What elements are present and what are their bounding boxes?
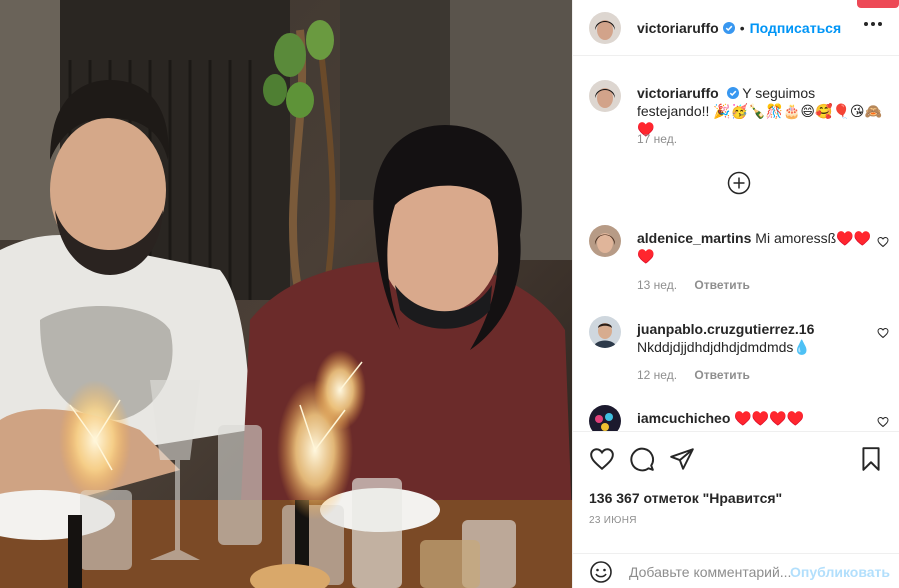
- verified-badge-icon: [722, 21, 735, 34]
- share-icon[interactable]: [669, 446, 695, 472]
- load-more-comments-icon[interactable]: [727, 171, 751, 195]
- avatar-image: [589, 405, 621, 431]
- avatar[interactable]: [589, 11, 621, 44]
- comment-text-block: iamcuchicheo ♥️♥️♥️♥️: [637, 409, 883, 427]
- comment-text: Nkddjdjjdhdjdhdjdmdmds💧: [637, 339, 811, 355]
- comment-composer: Опубликовать: [573, 553, 899, 588]
- comment-input[interactable]: [629, 564, 799, 580]
- more-options-icon[interactable]: [864, 22, 882, 28]
- follow-button[interactable]: Подписаться: [750, 20, 842, 36]
- comments-list[interactable]: victoriaruffo Y seguimos festejando!! 🎉🥳…: [573, 57, 899, 431]
- avatar[interactable]: [589, 405, 621, 431]
- likes-count[interactable]: 136 367 отметок "Нравится": [589, 490, 782, 506]
- like-icon[interactable]: [589, 446, 615, 472]
- comment-username[interactable]: juanpablo.cruzgutierrez.16: [637, 320, 883, 338]
- header-separator: •: [739, 19, 745, 36]
- caption-meta: 17 нед.: [637, 132, 677, 146]
- caption-username[interactable]: victoriaruffo: [637, 85, 719, 101]
- save-bookmark-icon[interactable]: [858, 446, 884, 472]
- comment-username[interactable]: iamcuchicheo: [637, 410, 730, 426]
- comment-username[interactable]: aldenice_martins: [637, 230, 751, 246]
- action-bar: [589, 446, 884, 472]
- avatar-image: [589, 316, 621, 348]
- post-header: victoriaruffo • Подписаться: [573, 0, 899, 56]
- post-side-panel: victoriaruffo • Подписаться victoriaruff…: [572, 0, 899, 588]
- post-comment-button[interactable]: Опубликовать: [790, 564, 890, 580]
- comment-icon[interactable]: [629, 446, 655, 472]
- reply-button[interactable]: Ответить: [694, 278, 749, 292]
- avatar-image: [589, 80, 621, 112]
- comment-text-block: juanpablo.cruzgutierrez.16 Nkddjdjjdhdjd…: [637, 320, 883, 356]
- like-comment-icon[interactable]: [877, 327, 889, 339]
- comment-time[interactable]: 12 нед.: [637, 368, 677, 382]
- instagram-post-view: victoriaruffo • Подписаться victoriaruff…: [0, 0, 899, 588]
- comment-text-block: aldenice_martins Mi amoressß♥️♥️ ♥️: [637, 229, 883, 265]
- post-date[interactable]: 23 июня: [589, 515, 637, 526]
- verified-badge-icon: [726, 87, 739, 99]
- avatar[interactable]: [589, 225, 621, 257]
- post-photo-illustration: [0, 0, 572, 588]
- reply-button[interactable]: Ответить: [694, 368, 749, 382]
- caption-text-block: victoriaruffo Y seguimos festejando!! 🎉🥳…: [637, 84, 883, 138]
- comment-meta: 12 нед. Ответить: [637, 368, 750, 382]
- comment-meta: 13 нед. Ответить: [637, 278, 750, 292]
- header-username[interactable]: victoriaruffo: [637, 20, 719, 36]
- caption-time[interactable]: 17 нед.: [637, 132, 677, 146]
- avatar-image: [589, 11, 621, 44]
- avatar[interactable]: [589, 80, 621, 112]
- emoji-icon[interactable]: [589, 560, 613, 584]
- comment-text: ♥️♥️♥️♥️: [734, 410, 804, 426]
- like-comment-icon[interactable]: [877, 236, 889, 248]
- comment-time[interactable]: 13 нед.: [637, 278, 677, 292]
- avatar-image: [589, 225, 621, 257]
- post-photo[interactable]: [0, 0, 572, 588]
- post-actions: 136 367 отметок "Нравится" 23 июня Опубл…: [573, 431, 899, 588]
- like-comment-icon[interactable]: [877, 416, 889, 428]
- avatar[interactable]: [589, 316, 621, 348]
